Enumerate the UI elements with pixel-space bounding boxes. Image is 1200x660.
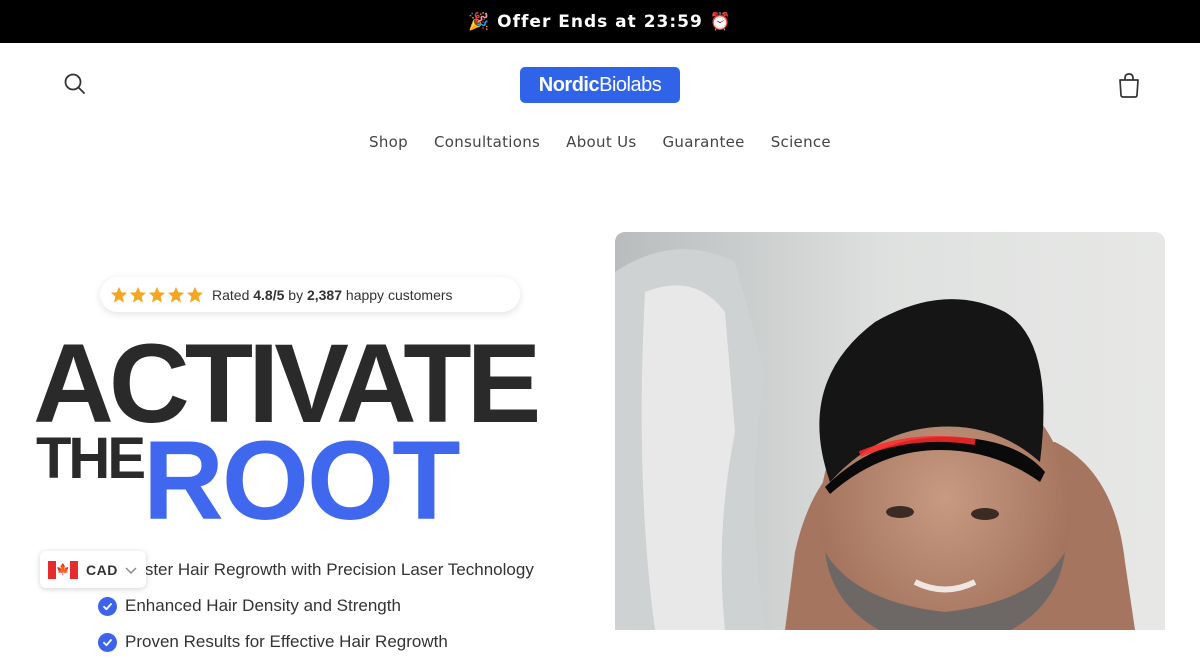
rating-stars bbox=[110, 286, 204, 304]
star-icon bbox=[148, 286, 166, 303]
hero-headline-the: THE bbox=[36, 426, 146, 491]
nav-item-shop[interactable]: Shop bbox=[356, 133, 421, 151]
star-icon bbox=[110, 286, 128, 303]
nav-item-about-us[interactable]: About Us bbox=[553, 133, 649, 151]
site-header: Nordic Biolabs Shop Consultations About U… bbox=[0, 43, 1200, 180]
benefit-item: Proven Results for Effective Hair Regrow… bbox=[98, 624, 534, 660]
nav-item-guarantee[interactable]: Guarantee bbox=[649, 133, 757, 151]
currency-code: CAD bbox=[86, 561, 118, 578]
logo-text-biolabs: Biolabs bbox=[599, 73, 662, 96]
nav-item-consultations[interactable]: Consultations bbox=[421, 133, 553, 151]
benefits-list: Faster Hair Regrowth with Precision Lase… bbox=[98, 552, 534, 660]
chevron-down-icon bbox=[125, 566, 137, 574]
rating-count: 2,387 bbox=[306, 286, 343, 303]
announcement-text: 🎉 Offer Ends at 23:59 ⏰ bbox=[468, 11, 732, 32]
rating-text: Rated 4.8/5 by 2,387 happy customers bbox=[212, 287, 453, 303]
site-logo[interactable]: Nordic Biolabs bbox=[520, 67, 680, 103]
hero-product-photo bbox=[615, 232, 1165, 630]
main-nav: Shop Consultations About Us Guarantee Sc… bbox=[0, 133, 1200, 151]
cart-icon[interactable] bbox=[1116, 71, 1142, 99]
check-icon bbox=[98, 596, 117, 616]
star-icon bbox=[186, 286, 204, 303]
announcement-bar: 🎉 Offer Ends at 23:59 ⏰ bbox=[0, 0, 1200, 43]
rating-suffix: happy customers bbox=[345, 286, 453, 303]
hero-headline-root: ROOT bbox=[143, 418, 461, 543]
logo-text-nordic: Nordic bbox=[538, 73, 600, 96]
check-icon bbox=[98, 632, 117, 652]
search-icon[interactable] bbox=[62, 71, 88, 97]
benefit-text: Proven Results for Effective Hair Regrow… bbox=[125, 632, 448, 651]
benefit-text: Enhanced Hair Density and Strength bbox=[125, 596, 401, 615]
rating-badge: Rated 4.8/5 by 2,387 happy customers bbox=[100, 277, 520, 312]
benefit-text: Faster Hair Regrowth with Precision Lase… bbox=[125, 560, 534, 579]
nav-item-science[interactable]: Science bbox=[758, 133, 844, 151]
star-icon bbox=[129, 286, 147, 303]
rating-score: 4.8/5 bbox=[253, 286, 285, 303]
currency-selector[interactable]: 🍁 CAD bbox=[40, 551, 146, 588]
rating-by: by bbox=[288, 286, 304, 303]
benefit-item: Faster Hair Regrowth with Precision Lase… bbox=[98, 552, 534, 588]
benefit-item: Enhanced Hair Density and Strength bbox=[98, 588, 534, 624]
star-icon bbox=[167, 286, 185, 303]
canada-flag-icon: 🍁 bbox=[48, 560, 78, 579]
rating-prefix: Rated bbox=[212, 286, 250, 303]
